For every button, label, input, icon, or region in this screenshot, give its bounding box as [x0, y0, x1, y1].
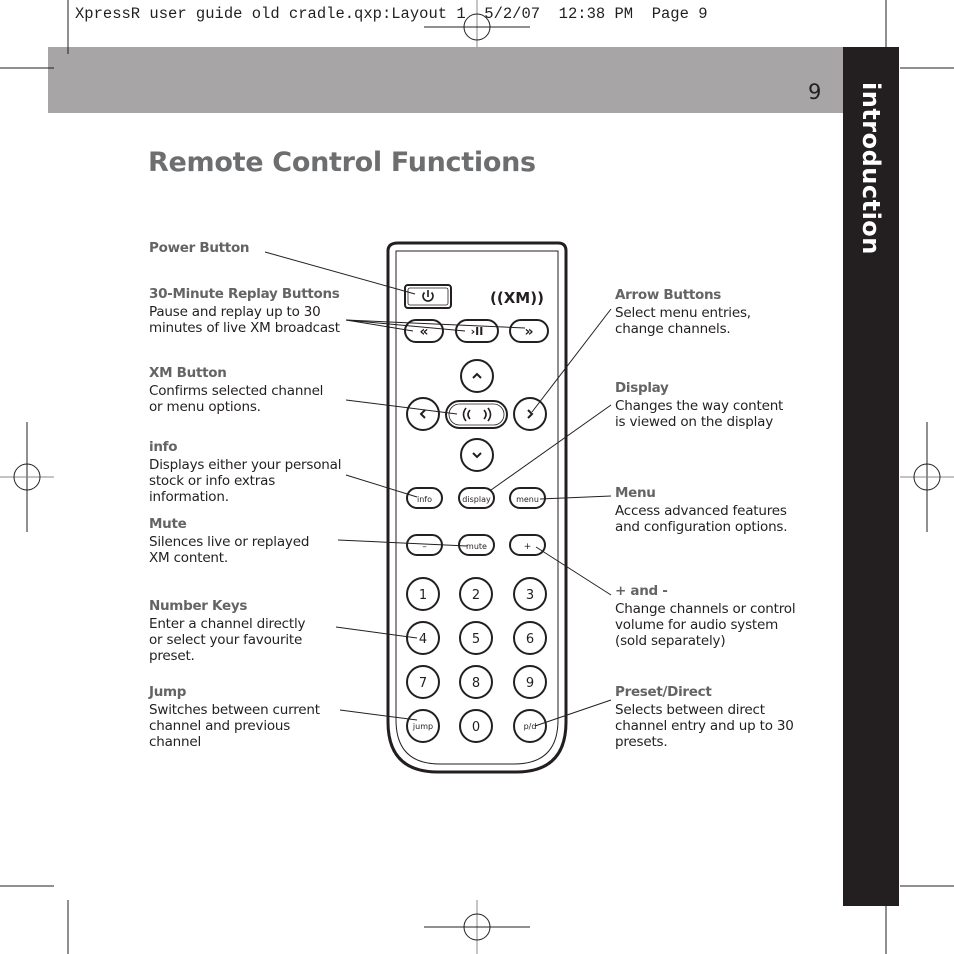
callout-mute: Mute Silences live or replayed XM conten…: [149, 516, 309, 566]
key-label: 6: [526, 632, 534, 647]
callout-text: Access advanced features and configurati…: [615, 503, 788, 535]
callout-text: Enter a channel directly or select your …: [149, 616, 306, 664]
callout-text: Pause and replay up to 30 minutes of liv…: [149, 304, 340, 336]
callout-menu: Menu Access advanced features and config…: [615, 485, 788, 535]
fast-forward-icon: »: [524, 324, 533, 340]
registration-mark-top: [424, 0, 530, 47]
callout-preset-direct: Preset/Direct Selects between direct cha…: [615, 684, 794, 750]
callout-text: Change channels or control volume for au…: [615, 601, 796, 649]
svg-text:info: info: [417, 495, 432, 504]
jump-button[interactable]: jump: [406, 709, 440, 743]
key-label: jump: [412, 722, 433, 731]
number-key-3[interactable]: 3: [513, 577, 547, 611]
arrow-down-button[interactable]: [460, 438, 494, 472]
callout-heading: Mute: [149, 516, 187, 532]
key-label: 3: [526, 588, 534, 603]
key-label: 5: [472, 632, 480, 647]
callout-heading: Power Button: [149, 240, 250, 256]
callout-plus-minus: + and - Change channels or control volum…: [615, 583, 796, 649]
svg-text:menu: menu: [516, 495, 539, 504]
callout-heading: Arrow Buttons: [615, 287, 722, 303]
callout-text: Changes the way content is viewed on the…: [615, 398, 784, 430]
menu-button[interactable]: menu: [509, 487, 546, 509]
number-key-5[interactable]: 5: [459, 621, 493, 655]
callout-text: Silences live or replayed XM content.: [149, 534, 310, 566]
callout-heading: Preset/Direct: [615, 684, 712, 700]
number-key-9[interactable]: 9: [513, 665, 547, 699]
key-label: 2: [472, 588, 480, 603]
callout-heading: Jump: [149, 684, 187, 700]
callout-heading: Menu: [615, 485, 656, 501]
callout-arrow-buttons: Arrow Buttons Select menu entries, chang…: [615, 287, 751, 337]
key-label: 0: [472, 720, 480, 735]
callout-heading: 30-Minute Replay Buttons: [149, 286, 340, 302]
key-label: 7: [419, 676, 427, 691]
callout-heading: XM Button: [149, 365, 227, 381]
callout-heading: info: [149, 439, 178, 455]
xm-signal-icon: [462, 407, 492, 422]
key-label: 1: [419, 588, 427, 603]
power-button[interactable]: [404, 284, 452, 309]
svg-text:+: +: [524, 542, 532, 552]
chevron-up-icon: [472, 372, 482, 379]
number-key-8[interactable]: 8: [459, 665, 493, 699]
chevron-down-icon: [472, 452, 482, 459]
callout-text: Select menu entries, change channels.: [615, 305, 751, 337]
key-label: 9: [526, 676, 534, 691]
arrow-up-button[interactable]: [460, 359, 494, 393]
callout-text: Confirms selected channel or menu option…: [149, 383, 324, 415]
callout-jump: Jump Switches between current channel an…: [149, 684, 320, 750]
plus-button[interactable]: +: [509, 534, 546, 556]
preset-direct-button[interactable]: p/d: [513, 709, 547, 743]
number-keypad: 1 2 3 4 5 6 7 8 9 jump 0 p/d: [406, 577, 547, 743]
key-label: p/d: [524, 722, 537, 731]
svg-text:display: display: [462, 495, 491, 504]
arrow-left-button[interactable]: [406, 397, 440, 431]
registration-mark-right: [900, 422, 954, 532]
callout-replay: 30-Minute Replay Buttons Pause and repla…: [149, 286, 340, 336]
chevron-right-icon: [527, 409, 534, 419]
number-key-6[interactable]: 6: [513, 621, 547, 655]
callout-heading: Display: [615, 380, 669, 396]
power-icon: [422, 290, 434, 302]
callout-power: Power Button: [149, 240, 250, 258]
registration-mark-bottom: [424, 900, 530, 954]
callout-text: Selects between direct channel entry and…: [615, 702, 794, 750]
callout-number-keys: Number Keys Enter a channel directly or …: [149, 598, 306, 664]
callout-text: Switches between current channel and pre…: [149, 702, 320, 750]
callout-xm-button: XM Button Confirms selected channel or m…: [149, 365, 323, 415]
replay-forward-button[interactable]: »: [509, 319, 549, 343]
callout-heading: Number Keys: [149, 598, 248, 614]
play-pause-icon: ›II: [471, 325, 484, 338]
rewind-icon: «: [419, 324, 428, 340]
svg-text:mute: mute: [466, 542, 487, 551]
callout-display: Display Changes the way content is viewe…: [615, 380, 783, 430]
callout-heading: + and -: [615, 583, 668, 599]
xm-center-button[interactable]: [445, 400, 508, 429]
key-label: 8: [472, 676, 480, 691]
callout-info: info Displays either your personal stock…: [149, 439, 341, 505]
number-key-1[interactable]: 1: [406, 577, 440, 611]
info-button[interactable]: info: [406, 487, 443, 509]
mute-button[interactable]: mute: [458, 534, 495, 556]
callout-text: Displays either your personal stock or i…: [149, 457, 342, 505]
xm-logo: ((XM)): [490, 289, 544, 307]
arrow-right-button[interactable]: [513, 397, 547, 431]
key-label: 4: [419, 632, 427, 647]
chevron-left-icon: [419, 409, 426, 419]
display-button[interactable]: display: [458, 487, 495, 509]
number-key-4[interactable]: 4: [406, 621, 440, 655]
number-key-2[interactable]: 2: [459, 577, 493, 611]
page-title: Remote Control Functions: [148, 147, 536, 178]
number-key-7[interactable]: 7: [406, 665, 440, 699]
page-artwork: ((XM)) « ›II » info display menu – mute …: [0, 0, 954, 954]
crop-marks: [0, 0, 954, 954]
number-key-0[interactable]: 0: [459, 709, 493, 743]
registration-mark-left: [0, 422, 54, 532]
